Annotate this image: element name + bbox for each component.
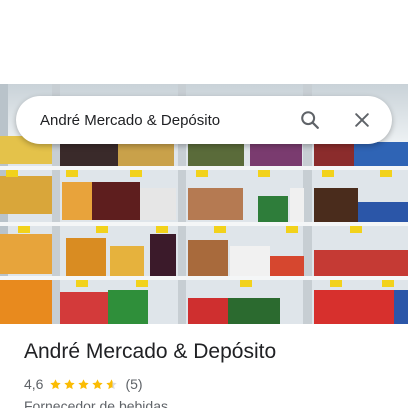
search-button[interactable]: [294, 104, 326, 136]
search-input[interactable]: André Mercado & Depósito: [40, 112, 294, 129]
place-title: André Mercado & Depósito: [24, 340, 277, 363]
search-icon: [301, 111, 319, 129]
place-category[interactable]: Fornecedor de bebidas: [24, 398, 168, 408]
star-icon: [106, 378, 118, 389]
star-icon: [92, 378, 104, 389]
rating-row[interactable]: 4,6 (5): [24, 375, 143, 393]
clear-search-button[interactable]: [346, 104, 378, 136]
star-rating: [49, 378, 119, 391]
rating-value: 4,6: [24, 376, 44, 392]
star-icon: [64, 378, 76, 389]
close-icon: [355, 113, 369, 127]
search-bar[interactable]: André Mercado & Depósito: [16, 96, 392, 144]
review-count[interactable]: (5): [125, 376, 142, 392]
star-icon: [50, 378, 62, 389]
star-icon: [78, 378, 90, 389]
